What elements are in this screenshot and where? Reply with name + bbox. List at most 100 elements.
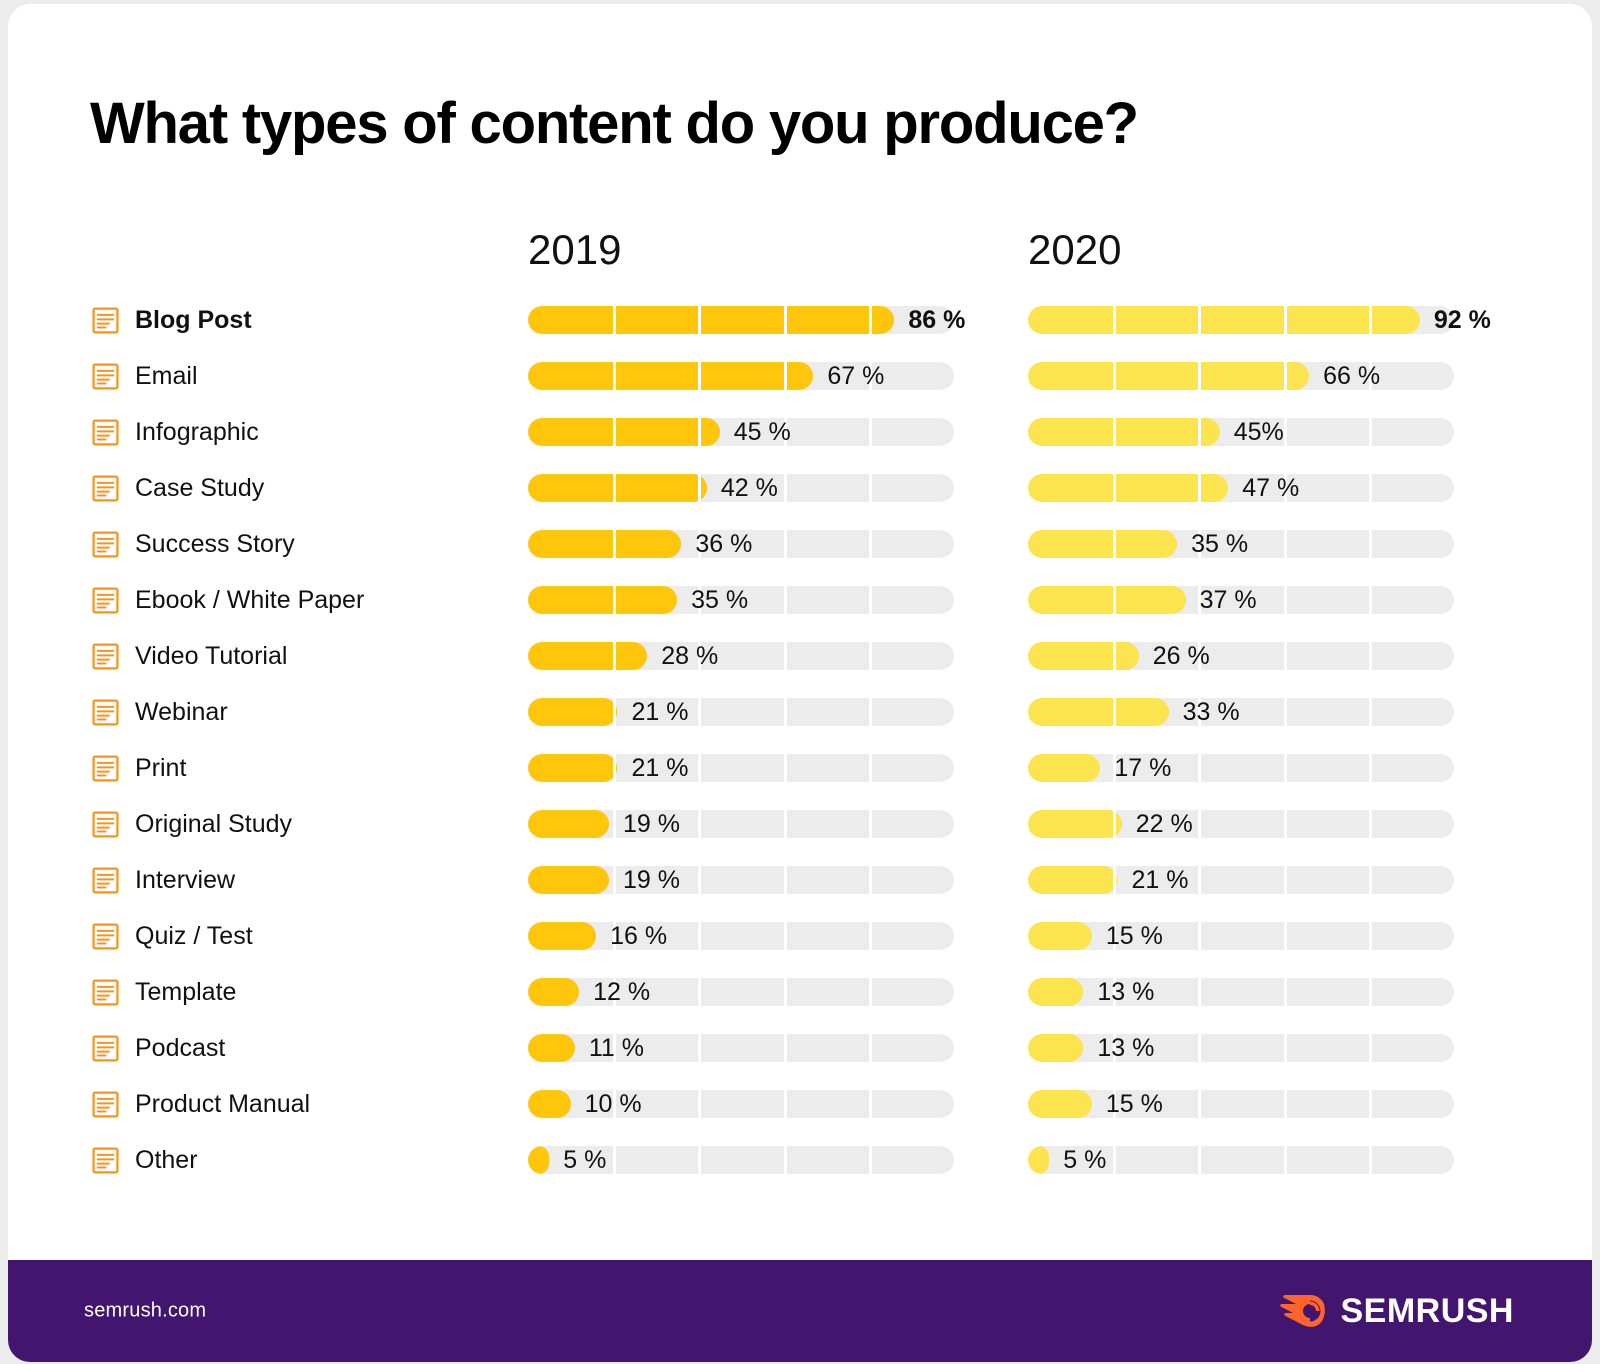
row-label-cell: Infographic bbox=[92, 418, 259, 446]
row-label: Podcast bbox=[135, 1033, 226, 1062]
bar-fill bbox=[528, 418, 720, 446]
bar-fill bbox=[528, 642, 648, 670]
bar-group-2019: 45 % bbox=[528, 418, 954, 446]
bar-segment-divider bbox=[1113, 866, 1117, 894]
semrush-comet-icon bbox=[1280, 1295, 1326, 1327]
bar-segment-divider bbox=[1368, 922, 1372, 950]
bar-track bbox=[1028, 810, 1454, 838]
bar-track bbox=[1028, 1090, 1454, 1118]
bar-value-label: 33 % bbox=[1182, 698, 1240, 726]
footer-url[interactable]: semrush.com bbox=[84, 1300, 206, 1323]
chart-row: Print 21 % 17 % bbox=[8, 754, 1592, 810]
row-label-cell: Interview bbox=[92, 866, 235, 894]
bar-segment-divider bbox=[1198, 362, 1202, 390]
bar-segment-divider bbox=[613, 754, 617, 782]
bar-group-2019: 19 % bbox=[528, 866, 954, 894]
bar-segment-divider bbox=[1368, 1146, 1372, 1174]
bar-segment-divider bbox=[613, 362, 617, 390]
bar-segment-divider bbox=[1283, 362, 1287, 390]
bar-segment-divider bbox=[783, 586, 787, 614]
bar-segment-divider bbox=[1283, 418, 1287, 446]
bar-group-2020: 26 % bbox=[1028, 642, 1454, 670]
bar-fill bbox=[528, 306, 895, 334]
bar-fill bbox=[1028, 362, 1310, 390]
bar-fill bbox=[528, 754, 618, 782]
bar-fill bbox=[1028, 306, 1420, 334]
bar-group-2019: 16 % bbox=[528, 922, 954, 950]
bar-track bbox=[1028, 978, 1454, 1006]
bar-segment-divider bbox=[1113, 530, 1117, 558]
bar-segment-divider bbox=[613, 586, 617, 614]
bar-group-2020: 21 % bbox=[1028, 866, 1454, 894]
row-label-cell: Podcast bbox=[92, 1034, 225, 1062]
bar-segment-divider bbox=[1283, 978, 1287, 1006]
bar-segment-divider bbox=[783, 1090, 787, 1118]
document-icon bbox=[92, 1146, 119, 1174]
bar-track bbox=[1028, 754, 1454, 782]
bar-segment-divider bbox=[783, 866, 787, 894]
bar-group-2019: 10 % bbox=[528, 1090, 954, 1118]
bar-segment-divider bbox=[783, 530, 787, 558]
bar-track bbox=[528, 362, 954, 390]
bar-segment-divider bbox=[1283, 866, 1287, 894]
document-icon bbox=[92, 306, 119, 334]
row-label: Print bbox=[135, 753, 187, 782]
bar-segment-divider bbox=[1198, 978, 1202, 1006]
bar-value-label: 37 % bbox=[1199, 586, 1257, 614]
bar-segment-divider bbox=[1198, 866, 1202, 894]
bar-segment-divider bbox=[783, 642, 787, 670]
bar-group-2020: 5 % bbox=[1028, 1146, 1454, 1174]
bar-segment-divider bbox=[613, 306, 617, 334]
bar-group-2019: 35 % bbox=[528, 586, 954, 614]
bar-segment-divider bbox=[698, 1034, 702, 1062]
chart-row: Infographic 45 % 45% bbox=[8, 418, 1592, 474]
bar-segment-divider bbox=[698, 418, 702, 446]
chart-row: Original Study 19 % 22 % bbox=[8, 810, 1592, 866]
bar-value-label: 86 % bbox=[908, 306, 966, 334]
bar-segment-divider bbox=[1113, 418, 1117, 446]
bar-segment-divider bbox=[868, 754, 872, 782]
bar-segment-divider bbox=[698, 474, 702, 502]
bar-group-2020: 35 % bbox=[1028, 530, 1454, 558]
row-label-cell: Email bbox=[92, 362, 198, 390]
bar-track bbox=[528, 866, 954, 894]
bar-segment-divider bbox=[1198, 306, 1202, 334]
bar-fill bbox=[528, 1146, 550, 1174]
bar-segment-divider bbox=[1198, 418, 1202, 446]
bar-value-label: 10 % bbox=[584, 1090, 642, 1118]
row-label: Ebook / White Paper bbox=[135, 585, 365, 614]
bar-fill bbox=[528, 810, 609, 838]
bar-value-label: 15 % bbox=[1105, 922, 1163, 950]
chart-row: Quiz / Test 16 % 15 % bbox=[8, 922, 1592, 978]
chart-row: Blog Post 86 % 92 % bbox=[8, 306, 1592, 362]
bar-segment-divider bbox=[1368, 1090, 1372, 1118]
bar-segment-divider bbox=[698, 978, 702, 1006]
bar-fill bbox=[528, 922, 597, 950]
row-label: Video Tutorial bbox=[135, 641, 288, 670]
bar-segment-divider bbox=[1113, 698, 1117, 726]
bar-group-2020: 13 % bbox=[1028, 1034, 1454, 1062]
bar-group-2019: 28 % bbox=[528, 642, 954, 670]
bar-group-2019: 11 % bbox=[528, 1034, 954, 1062]
row-label: Quiz / Test bbox=[135, 921, 253, 950]
bar-segment-divider bbox=[613, 474, 617, 502]
bar-group-2020: 15 % bbox=[1028, 1090, 1454, 1118]
document-icon bbox=[92, 1034, 119, 1062]
bar-segment-divider bbox=[783, 978, 787, 1006]
row-label-cell: Quiz / Test bbox=[92, 922, 253, 950]
row-label-cell: Ebook / White Paper bbox=[92, 586, 364, 614]
bar-segment-divider bbox=[1368, 474, 1372, 502]
row-label: Case Study bbox=[135, 473, 265, 502]
bar-track bbox=[528, 810, 954, 838]
chart-row: Product Manual 10 % 15 % bbox=[8, 1090, 1592, 1146]
bar-segment-divider bbox=[613, 1146, 617, 1174]
bar-fill bbox=[1028, 922, 1092, 950]
bar-group-2019: 36 % bbox=[528, 530, 954, 558]
bar-value-label: 26 % bbox=[1152, 642, 1210, 670]
bar-segment-divider bbox=[868, 306, 872, 334]
bar-group-2019: 19 % bbox=[528, 810, 954, 838]
bar-segment-divider bbox=[613, 810, 617, 838]
bar-value-label: 28 % bbox=[661, 642, 719, 670]
bar-segment-divider bbox=[1283, 1034, 1287, 1062]
row-label: Other bbox=[135, 1145, 198, 1174]
